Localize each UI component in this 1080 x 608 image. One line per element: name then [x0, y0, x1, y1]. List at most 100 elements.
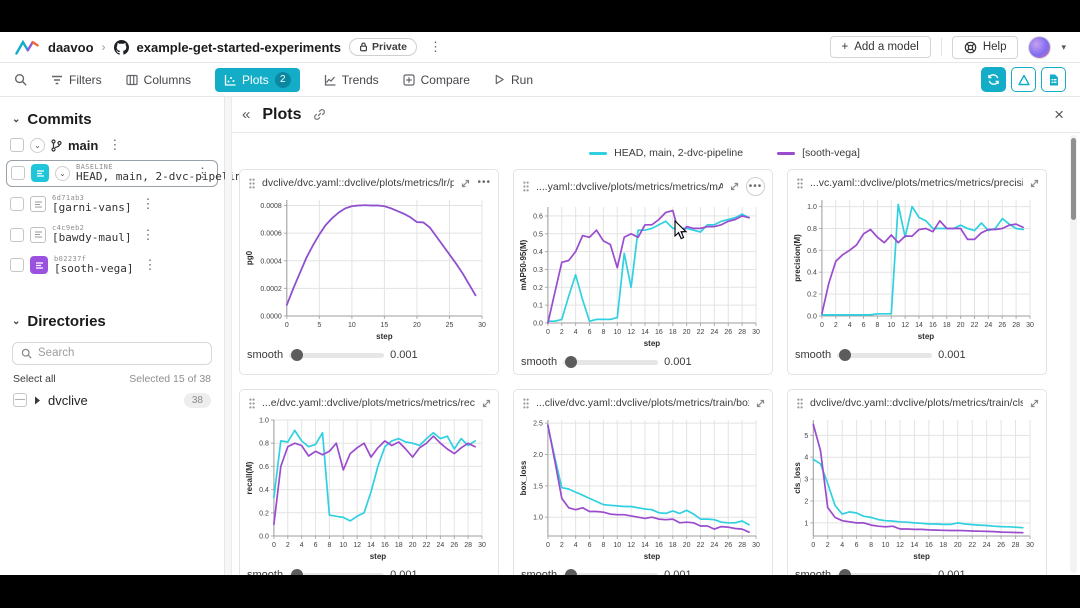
- commit-row-baseline[interactable]: ⌄ BASELINE HEAD, main, 2-dvc-pipeline ⋮: [6, 160, 218, 187]
- line-chart[interactable]: 0510152025300.00000.00020.00040.00060.00…: [245, 192, 491, 342]
- commit-label: HEAD, main, 2-dvc-pipeline: [76, 171, 186, 184]
- sidebar-scrollbar-track[interactable]: [225, 97, 232, 575]
- scrollbar-thumb[interactable]: [1071, 138, 1076, 220]
- help-button[interactable]: Help: [952, 36, 1019, 59]
- link-icon[interactable]: [313, 108, 326, 121]
- filters-button[interactable]: Filters: [51, 73, 102, 87]
- smooth-slider[interactable]: [563, 573, 658, 576]
- search-icon[interactable]: [14, 73, 27, 86]
- search-input[interactable]: [38, 347, 188, 359]
- user-avatar[interactable]: [1028, 36, 1051, 59]
- panel-scrollbar[interactable]: [1070, 135, 1077, 573]
- collapse-panel-icon[interactable]: «: [242, 106, 250, 123]
- commit-checkbox[interactable]: [10, 258, 24, 272]
- svg-text:5: 5: [317, 322, 321, 329]
- columns-button[interactable]: Columns: [126, 73, 191, 87]
- expand-commit-button[interactable]: ⌄: [55, 166, 70, 181]
- directories-section-header[interactable]: ⌄ Directories: [0, 309, 224, 334]
- slider-thumb[interactable]: [839, 569, 851, 576]
- line-chart[interactable]: 0246810121416182022242628300.00.10.20.30…: [519, 199, 765, 349]
- smooth-label: smooth: [795, 349, 831, 361]
- select-all-link[interactable]: Select all: [13, 373, 56, 385]
- user-menu-caret-icon[interactable]: ▾: [1061, 42, 1066, 53]
- drag-handle-icon[interactable]: [249, 178, 255, 189]
- commit-checkbox[interactable]: [10, 197, 24, 211]
- smooth-slider[interactable]: [289, 573, 384, 576]
- line-chart[interactable]: 0246810121416182022242628300.00.20.40.60…: [793, 192, 1039, 342]
- smooth-slider[interactable]: [837, 353, 932, 358]
- repo-menu-button[interactable]: ⋮: [425, 39, 446, 55]
- expand-icon[interactable]: [1030, 399, 1039, 408]
- commit-menu-button[interactable]: ⋮: [192, 165, 213, 181]
- line-chart[interactable]: 02468101214161820222426283012345stepcls_…: [793, 412, 1039, 562]
- collapse-branch-button[interactable]: ⌄: [30, 138, 45, 153]
- slider-thumb[interactable]: [291, 569, 303, 576]
- line-chart[interactable]: 0246810121416182022242628301.01.52.02.5s…: [519, 412, 765, 562]
- smooth-slider[interactable]: [563, 360, 658, 365]
- svg-text:30: 30: [752, 329, 760, 336]
- slider-thumb[interactable]: [565, 356, 577, 368]
- branch-row[interactable]: ⌄ main ⋮: [0, 132, 224, 158]
- refresh-button[interactable]: [981, 67, 1006, 92]
- line-chart[interactable]: 0246810121416182022242628300.00.20.40.60…: [245, 412, 491, 562]
- export-file-button[interactable]: [1041, 67, 1066, 92]
- expand-icon[interactable]: [756, 399, 765, 408]
- compare-button[interactable]: Compare: [403, 73, 470, 87]
- plot-menu-button[interactable]: •••: [477, 178, 491, 188]
- expand-icon[interactable]: [1030, 179, 1039, 188]
- branch-menu-button[interactable]: ⋮: [104, 137, 125, 153]
- directory-search[interactable]: [12, 342, 212, 365]
- svg-text:22: 22: [423, 542, 431, 549]
- commit-menu-button[interactable]: ⋮: [137, 196, 158, 212]
- plots-count-badge: 2: [275, 72, 291, 88]
- commit-row-garni-vans[interactable]: 6d71ab3 [garni-vans] ⋮: [0, 189, 224, 220]
- commits-section-header[interactable]: ⌄ Commits: [0, 107, 224, 132]
- svg-text:12: 12: [627, 542, 635, 549]
- svg-text:28: 28: [464, 542, 472, 549]
- svg-text:10: 10: [887, 322, 895, 329]
- commit-checkbox[interactable]: [11, 166, 25, 180]
- commit-row-bawdy-maul[interactable]: c4c9eb2 [bawdy-maul] ⋮: [0, 219, 224, 250]
- workspace-name[interactable]: daavoo: [48, 40, 94, 55]
- commit-row-sooth-vega[interactable]: b02237f [sooth-vega] ⋮: [0, 250, 224, 281]
- plot-menu-button[interactable]: •••: [746, 177, 765, 196]
- repo-name[interactable]: example-get-started-experiments: [137, 40, 341, 55]
- svg-text:0: 0: [272, 542, 276, 549]
- drag-handle-icon[interactable]: [523, 181, 529, 192]
- plot-card: ...e/dvc.yaml::dvclive/plots/metrics/met…: [239, 389, 499, 575]
- smooth-slider[interactable]: [837, 573, 932, 576]
- directory-row-dvclive[interactable]: — dvclive 38: [0, 387, 224, 414]
- close-panel-icon[interactable]: ×: [1054, 105, 1064, 125]
- drag-handle-icon[interactable]: [523, 398, 529, 409]
- svg-text:0.4: 0.4: [807, 270, 817, 277]
- drag-handle-icon[interactable]: [249, 398, 255, 409]
- expand-icon[interactable]: [482, 399, 491, 408]
- run-button[interactable]: Run: [494, 73, 533, 87]
- expand-icon[interactable]: [461, 179, 470, 188]
- expand-icon[interactable]: [730, 182, 739, 191]
- lifering-icon: [964, 41, 977, 54]
- svg-text:24: 24: [984, 322, 992, 329]
- svg-text:0.2: 0.2: [807, 292, 817, 299]
- caret-right-icon[interactable]: [34, 396, 41, 405]
- svg-text:12: 12: [353, 542, 361, 549]
- slider-thumb[interactable]: [291, 349, 303, 361]
- commit-menu-button[interactable]: ⋮: [137, 227, 158, 243]
- commit-menu-button[interactable]: ⋮: [139, 257, 160, 273]
- add-model-button[interactable]: + Add a model: [830, 36, 931, 58]
- legend-swatch-purple: [777, 152, 795, 155]
- trends-button[interactable]: Trends: [324, 73, 379, 87]
- smooth-slider[interactable]: [289, 353, 384, 358]
- plots-button[interactable]: Plots 2: [215, 68, 300, 92]
- branch-checkbox[interactable]: [10, 138, 24, 152]
- drag-handle-icon[interactable]: [797, 178, 803, 189]
- slider-thumb[interactable]: [839, 349, 851, 361]
- dvc-studio-logo-icon[interactable]: [14, 38, 40, 56]
- experiment-icon: [30, 196, 46, 212]
- slider-thumb[interactable]: [565, 569, 577, 576]
- drag-handle-icon[interactable]: [797, 398, 803, 409]
- commit-checkbox[interactable]: [10, 228, 24, 242]
- directory-checkbox[interactable]: —: [13, 393, 27, 407]
- svg-text:22: 22: [697, 329, 705, 336]
- delta-button[interactable]: [1011, 67, 1036, 92]
